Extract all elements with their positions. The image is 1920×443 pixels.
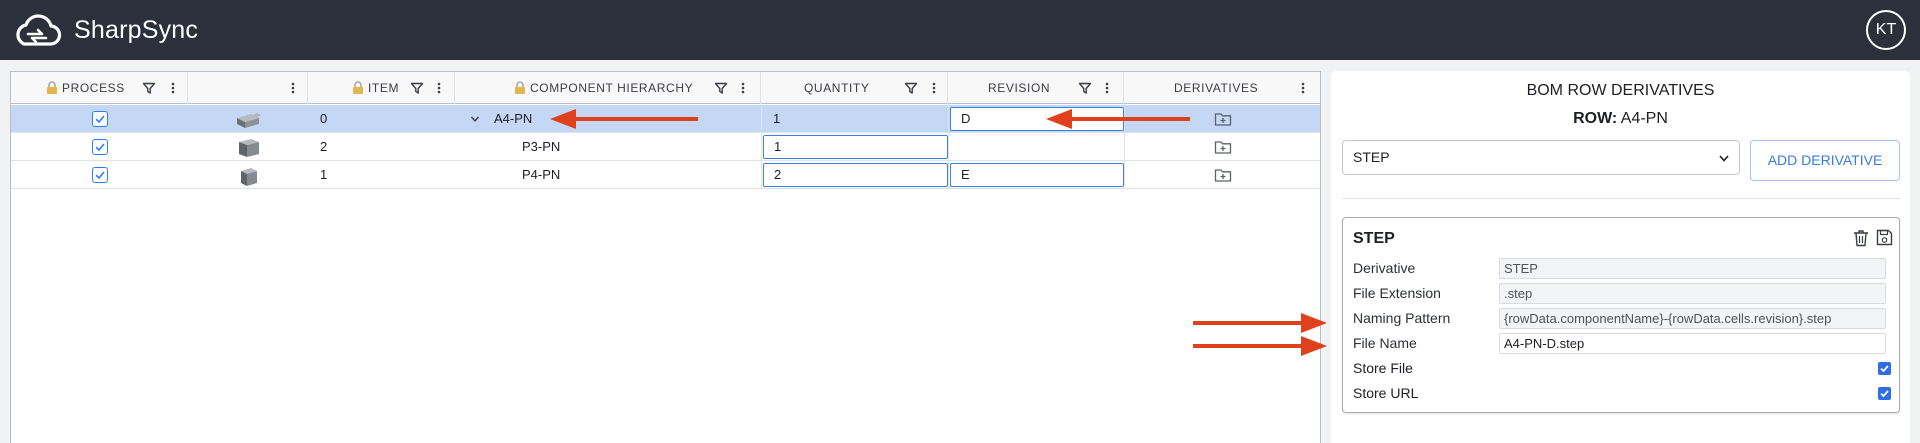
annotation-arrow: [550, 109, 698, 129]
lock-icon: [515, 81, 525, 94]
checkmark-icon: [95, 143, 105, 152]
column-header-derivatives[interactable]: DERIVATIVES: [1124, 72, 1320, 104]
file-name-field[interactable]: A4-PN-D.step: [1499, 333, 1886, 354]
panel-row-indicator: ROW: A4-PN: [1331, 110, 1910, 128]
naming-pattern-label: Naming Pattern: [1353, 310, 1451, 326]
column-header-component-hierarchy[interactable]: COMPONENT HIERARCHY: [455, 72, 761, 104]
item-cell[interactable]: 1: [320, 161, 327, 189]
column-header-quantity[interactable]: QUANTITY: [761, 72, 948, 104]
column-divider: [948, 104, 949, 188]
annotation-arrow: [1193, 313, 1327, 333]
file-name-label: File Name: [1353, 335, 1417, 351]
chevron-down-icon[interactable]: [470, 114, 480, 124]
row-value: A4-PN: [1620, 110, 1668, 127]
folder-plus-icon[interactable]: [1214, 167, 1232, 183]
annotation-arrow: [1046, 109, 1190, 129]
column-header-label: PROCESS: [62, 81, 125, 95]
store-file-checkbox[interactable]: [1878, 362, 1891, 375]
column-menu-icon[interactable]: [432, 81, 446, 95]
folder-plus-icon[interactable]: [1214, 139, 1232, 155]
column-menu-icon[interactable]: [736, 81, 750, 95]
panel-title: BOM ROW DERIVATIVES: [1526, 82, 1715, 99]
add-derivative-button[interactable]: ADD DERIVATIVE: [1750, 140, 1900, 181]
column-menu-icon[interactable]: [927, 81, 941, 95]
process-checkbox[interactable]: [92, 111, 108, 127]
lock-icon: [353, 81, 363, 94]
column-menu-icon[interactable]: [166, 81, 180, 95]
annotation-arrow: [1193, 336, 1327, 356]
filter-icon[interactable]: [410, 81, 424, 95]
column-header-revision[interactable]: REVISION: [948, 72, 1124, 104]
row-label: ROW:: [1573, 110, 1618, 127]
column-header-thumbnail[interactable]: [188, 72, 308, 104]
process-checkbox[interactable]: [92, 167, 108, 183]
column-menu-icon[interactable]: [286, 81, 300, 95]
part-thumbnail-icon: [237, 113, 261, 128]
checkmark-icon: [95, 115, 105, 124]
column-menu-icon[interactable]: [1296, 81, 1310, 95]
save-icon[interactable]: [1876, 229, 1893, 246]
column-divider: [761, 104, 762, 188]
user-avatar[interactable]: KT: [1866, 10, 1906, 50]
checkmark-icon: [95, 171, 105, 180]
derivative-field[interactable]: STEP: [1499, 258, 1886, 279]
file-extension-label: File Extension: [1353, 285, 1441, 301]
item-cell[interactable]: 0: [320, 105, 327, 133]
store-url-checkbox[interactable]: [1878, 387, 1891, 400]
divider: [1342, 198, 1900, 199]
column-header-label: DERIVATIVES: [1174, 81, 1259, 95]
filter-icon[interactable]: [714, 81, 728, 95]
naming-pattern-field[interactable]: {rowData.componentName}-{rowData.cells.r…: [1499, 308, 1886, 329]
process-checkbox[interactable]: [92, 139, 108, 155]
component-name-cell[interactable]: P4-PN: [522, 161, 560, 189]
filter-icon[interactable]: [1078, 81, 1092, 95]
lock-icon: [47, 81, 57, 94]
column-header-label: REVISION: [988, 81, 1051, 95]
file-extension-field[interactable]: .step: [1499, 283, 1886, 304]
checkmark-icon: [1880, 365, 1889, 373]
quantity-input[interactable]: 1: [763, 135, 948, 159]
column-header-label: ITEM: [368, 81, 400, 95]
trash-icon[interactable]: [1853, 229, 1869, 247]
checkmark-icon: [1880, 390, 1889, 398]
column-menu-icon[interactable]: [1100, 81, 1114, 95]
part-thumbnail-icon: [241, 168, 257, 186]
grid-header: PROCESS ITEM COMPONENT HIERARCHY QUANTIT…: [11, 72, 1320, 104]
component-name-cell[interactable]: P3-PN: [522, 133, 560, 161]
quantity-cell[interactable]: 1: [773, 105, 780, 133]
folder-plus-icon[interactable]: [1214, 111, 1232, 127]
part-thumbnail-icon: [239, 139, 259, 157]
item-cell[interactable]: 2: [320, 133, 327, 161]
cloud-sync-logo-icon[interactable]: [12, 10, 64, 50]
store-url-label: Store URL: [1353, 385, 1419, 401]
derivative-card: STEP Derivative STEP File Extension .ste…: [1342, 217, 1900, 413]
quantity-input[interactable]: 2: [763, 163, 948, 187]
derivative-label: Derivative: [1353, 260, 1416, 276]
derivatives-panel: BOM ROW DERIVATIVES ROW: A4-PN STEP ADD …: [1331, 71, 1910, 443]
filter-icon[interactable]: [904, 81, 918, 95]
filter-icon[interactable]: [142, 81, 156, 95]
chevron-down-icon: [1719, 155, 1729, 162]
revision-input[interactable]: E: [950, 163, 1124, 187]
column-header-label: COMPONENT HIERARCHY: [530, 81, 694, 95]
derivative-type-select[interactable]: STEP: [1342, 140, 1740, 175]
app-title: SharpSync: [74, 16, 199, 44]
column-header-item[interactable]: ITEM: [308, 72, 455, 104]
store-file-label: Store File: [1353, 360, 1413, 376]
top-bar: SharpSync KT: [0, 0, 1920, 60]
card-title: STEP: [1353, 230, 1395, 247]
column-header-label: QUANTITY: [804, 81, 870, 95]
select-value: STEP: [1353, 149, 1390, 165]
component-name-cell[interactable]: A4-PN: [494, 105, 532, 133]
column-header-process[interactable]: PROCESS: [11, 72, 188, 104]
